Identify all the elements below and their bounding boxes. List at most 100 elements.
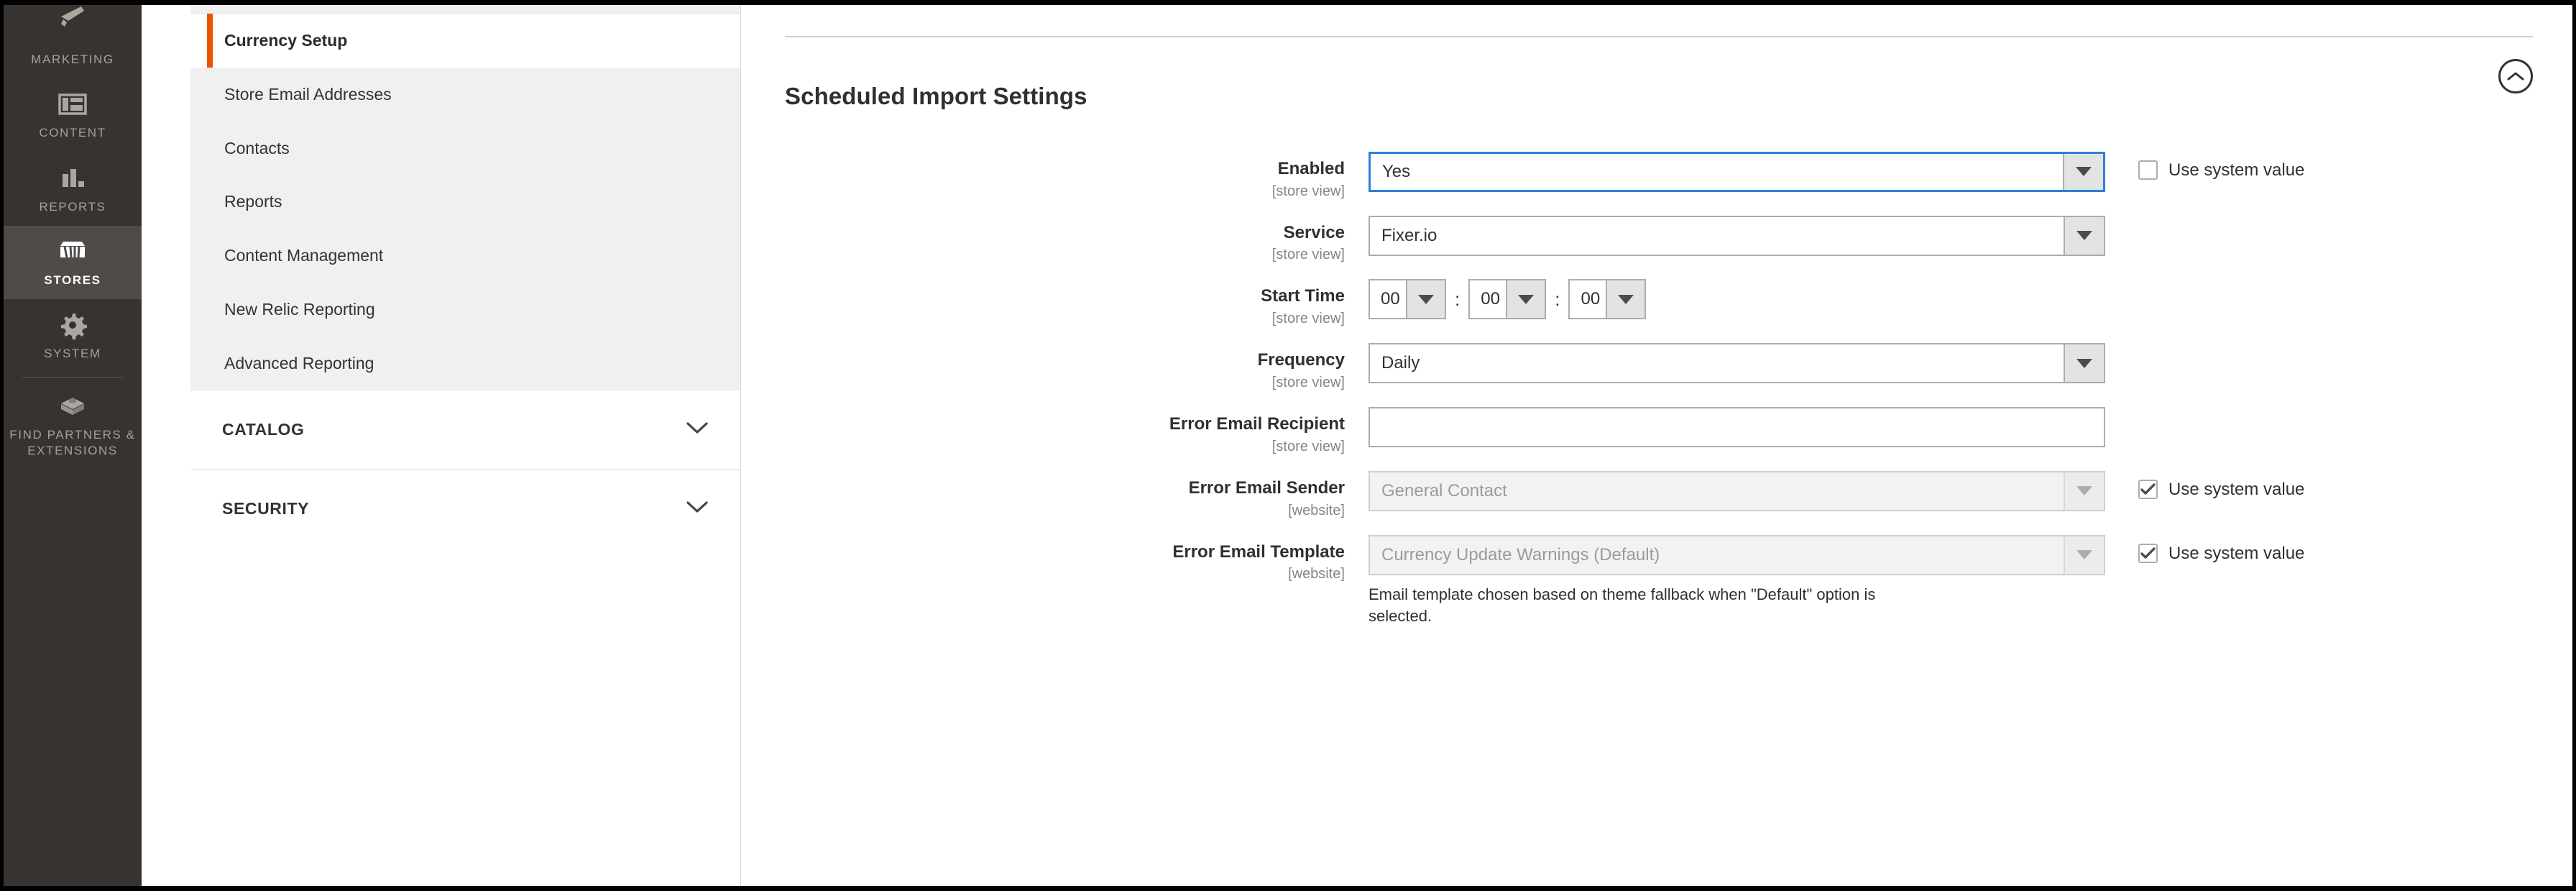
chevron-down-icon: [686, 421, 709, 439]
frequency-select[interactable]: Daily: [1368, 343, 2105, 384]
sidebar-item-label: SYSTEM: [44, 347, 101, 360]
field-control-col: Currency Update Warnings (Default) Email…: [1368, 534, 2304, 629]
use-system-value-error-email-template[interactable]: Use system value: [2138, 535, 2304, 564]
secondary-nav-section-security[interactable]: SECURITY: [190, 469, 740, 549]
field-label: Error Email Recipient: [1169, 413, 1345, 434]
chevron-down-icon: [686, 500, 709, 518]
sidebar-item-content[interactable]: CONTENT: [4, 78, 142, 152]
field-row-error-email-template: Error Email Template [website] Currency …: [785, 534, 2533, 629]
sidebar-item-label: CONTENT: [39, 126, 106, 140]
error-email-template-value: Currency Update Warnings (Default): [1381, 544, 1660, 565]
start-time-minutes-select[interactable]: 00: [1468, 279, 1547, 320]
enabled-select[interactable]: Yes: [1368, 151, 2105, 192]
chevron-down-icon: [2064, 536, 2104, 574]
time-separator: :: [1455, 288, 1460, 311]
sidebar-item-label: REPORTS: [39, 199, 106, 214]
field-label-col: Service [store view]: [785, 216, 1368, 264]
sidebar-item-label: Reports: [224, 192, 282, 211]
service-select-value: Fixer.io: [1381, 225, 1438, 245]
page-title: Scheduled Import Settings: [785, 83, 1087, 110]
start-time-hours-value: 00: [1381, 289, 1400, 309]
admin-page: MARKETING CONTENT REPORTS STORES SYSTEM …: [0, 0, 2576, 891]
use-system-value-label: Use system value: [2168, 160, 2305, 180]
sidebar-item-reports[interactable]: REPORTS: [4, 152, 142, 226]
sidebar-item-label: Contacts: [224, 138, 290, 157]
chevron-down-icon: [1406, 280, 1445, 319]
checkbox-checked[interactable]: [2138, 544, 2158, 564]
sidebar-item-system[interactable]: SYSTEM: [4, 299, 142, 373]
field-row-frequency: Frequency [store view] Daily: [785, 343, 2533, 391]
chevron-down-icon: [2064, 216, 2104, 255]
secondary-nav-section-catalog[interactable]: CATALOG: [190, 390, 740, 470]
start-time-hours-select[interactable]: 00: [1368, 279, 1446, 320]
sidebar-item-marketing[interactable]: MARKETING: [4, 5, 142, 78]
sidebar-item-label: Store Email Addresses: [224, 84, 392, 104]
sidebar-item-stores[interactable]: STORES: [4, 225, 142, 299]
secondary-nav-top-strip: [190, 5, 740, 14]
field-row-service: Service [store view] Fixer.io: [785, 215, 2533, 264]
extensions-box-icon: [4, 390, 142, 422]
checkbox-unchecked[interactable]: [2138, 160, 2158, 181]
field-label-col: Error Email Template [website]: [785, 535, 1368, 583]
bar-chart-icon: [4, 163, 142, 194]
error-email-sender-value: General Contact: [1381, 480, 1507, 501]
field-control-col: Yes Use system value: [1368, 151, 2304, 192]
chevron-down-icon: [2063, 153, 2103, 190]
sidebar-item-contacts[interactable]: Contacts: [190, 122, 740, 175]
use-system-value-label: Use system value: [2168, 543, 2305, 563]
main-content: Scheduled Import Settings Enabled [store…: [742, 5, 2572, 886]
sidebar-item-label: FIND PARTNERS & EXTENSIONS: [9, 428, 136, 457]
field-label: Start Time: [1261, 286, 1345, 306]
service-select[interactable]: Fixer.io: [1368, 215, 2105, 256]
field-control-col: Daily: [1368, 343, 2105, 384]
sidebar-item-store-email-addresses[interactable]: Store Email Addresses: [190, 68, 740, 122]
section-header: Scheduled Import Settings: [785, 37, 2533, 152]
field-row-error-email-recipient: Error Email Recipient [store view]: [785, 406, 2533, 455]
sidebar-item-label: STORES: [44, 273, 101, 287]
chevron-down-icon: [2064, 344, 2104, 383]
field-label-col: Error Email Recipient [store view]: [785, 407, 1368, 455]
start-time-minutes-value: 00: [1481, 289, 1500, 309]
sidebar-item-advanced-reporting[interactable]: Advanced Reporting: [190, 337, 740, 390]
use-system-value-error-email-sender[interactable]: Use system value: [2138, 471, 2304, 500]
field-label-col: Frequency [store view]: [785, 343, 1368, 391]
time-separator: :: [1555, 288, 1560, 311]
field-scope: [website]: [1288, 502, 1345, 518]
sidebar-item-label: Advanced Reporting: [224, 353, 374, 373]
sidebar-item-label: MARKETING: [31, 52, 114, 66]
chevron-up-circle-icon[interactable]: [2498, 59, 2533, 93]
start-time-seconds-select[interactable]: 00: [1568, 279, 1647, 320]
error-email-sender-select: General Contact: [1368, 470, 2105, 511]
sidebar-item-content-management[interactable]: Content Management: [190, 229, 740, 283]
field-control-col: Fixer.io: [1368, 215, 2105, 256]
sidebar-item-reports[interactable]: Reports: [190, 175, 740, 229]
field-row-enabled: Enabled [store view] Yes Use system valu…: [785, 151, 2533, 200]
field-scope: [store view]: [1271, 374, 1345, 390]
field-label-col: Enabled [store view]: [785, 152, 1368, 200]
sidebar-item-currency-setup[interactable]: Currency Setup: [190, 14, 740, 68]
error-email-recipient-input[interactable]: [1368, 406, 2105, 447]
section-label: CATALOG: [222, 420, 305, 439]
use-system-value-enabled[interactable]: Use system value: [2138, 152, 2304, 181]
settings-secondary-nav: Currency Setup Store Email Addresses Con…: [190, 5, 741, 886]
sidebar-item-label: New Relic Reporting: [224, 299, 375, 319]
field-scope: [website]: [1288, 566, 1345, 582]
layout-icon: [4, 88, 142, 120]
frequency-select-value: Daily: [1381, 353, 1420, 373]
field-label: Error Email Sender: [1188, 478, 1345, 498]
primary-sidebar: MARKETING CONTENT REPORTS STORES SYSTEM …: [4, 5, 142, 886]
field-label: Service: [1283, 222, 1345, 242]
field-scope: [store view]: [1271, 311, 1345, 327]
sidebar-item-new-relic-reporting[interactable]: New Relic Reporting: [190, 283, 740, 337]
field-control-col: General Contact Use system value: [1368, 470, 2304, 511]
start-time-seconds-value: 00: [1581, 289, 1601, 309]
section-label: SECURITY: [222, 499, 310, 518]
sidebar-item-find-partners[interactable]: FIND PARTNERS & EXTENSIONS: [4, 380, 142, 470]
error-email-template-select: Currency Update Warnings (Default): [1368, 534, 2105, 575]
field-row-error-email-sender: Error Email Sender [website] General Con…: [785, 470, 2533, 519]
field-label: Error Email Template: [1172, 542, 1345, 562]
field-label: Frequency: [1257, 350, 1345, 370]
field-label: Enabled: [1277, 158, 1345, 178]
sidebar-item-label: Content Management: [224, 246, 384, 265]
checkbox-checked[interactable]: [2138, 480, 2158, 500]
